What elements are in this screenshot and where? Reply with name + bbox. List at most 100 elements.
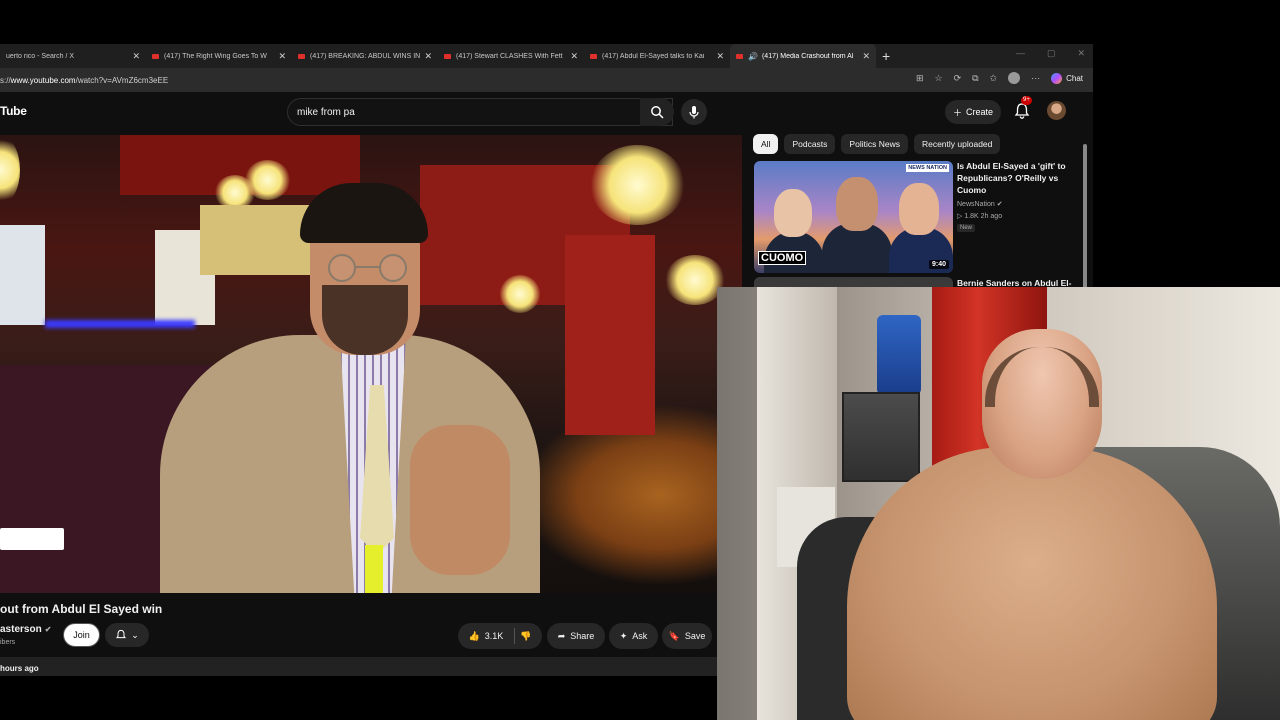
video-overlay-box bbox=[0, 528, 64, 550]
close-tab-icon[interactable]: ✕ bbox=[570, 51, 578, 62]
chip-podcasts[interactable]: Podcasts bbox=[784, 134, 836, 154]
youtube-logo[interactable]: Tube bbox=[0, 104, 27, 118]
verified-icon: ✔ bbox=[44, 625, 52, 634]
more-icon[interactable]: ⋯ bbox=[1031, 73, 1040, 84]
youtube-header: Tube mike from pa ✕ ＋ Create 9+ bbox=[0, 92, 1093, 334]
close-tab-icon[interactable]: ✕ bbox=[278, 51, 286, 62]
profile-icon[interactable] bbox=[1008, 72, 1021, 84]
address-bar[interactable]: s://www.youtube.com/watch?v=AVmZ6cm3eEE … bbox=[0, 68, 1093, 92]
webcam-water-jug bbox=[877, 315, 921, 395]
video-title: out from Abdul El Sayed win bbox=[0, 602, 163, 616]
thumbnail-person-face bbox=[774, 189, 812, 237]
tab-label: (417) The Right Wing Goes To W bbox=[164, 52, 267, 60]
refresh-icon[interactable]: ⟳ bbox=[954, 73, 962, 84]
recommendation-title[interactable]: Is Abdul El-Sayed a 'gift' to Republican… bbox=[957, 160, 1073, 196]
bell-icon bbox=[116, 629, 127, 639]
verified-icon: ✔ bbox=[996, 201, 1003, 208]
video-background-poster bbox=[200, 205, 310, 275]
screen: uerto rico - Search / X ✕ (417) The Right… bbox=[0, 0, 1280, 720]
url-path: /watch?v=AVmZ6cm3eEE bbox=[75, 75, 169, 85]
thumbs-up-icon: 👍 bbox=[468, 630, 480, 641]
video-background-paper bbox=[0, 225, 45, 325]
thumbnail-overlay-text: CUOMO bbox=[758, 251, 807, 265]
tab-label: uerto rico - Search / X bbox=[6, 52, 75, 60]
ask-button[interactable]: ✦ Ask bbox=[609, 623, 658, 649]
new-tab-button[interactable]: + bbox=[882, 48, 890, 64]
create-label: Create bbox=[966, 107, 994, 117]
video-blue-light bbox=[45, 320, 195, 328]
search-button[interactable] bbox=[640, 98, 674, 126]
favorites-bar-icon[interactable]: ✩ bbox=[990, 73, 998, 84]
search-input-value[interactable]: mike from pa bbox=[288, 107, 651, 118]
join-button[interactable]: Join bbox=[63, 623, 100, 647]
video-person-hands bbox=[410, 425, 510, 575]
speaker-icon[interactable]: 🔊 bbox=[748, 52, 758, 61]
recommendation-channel-label: NewsNation bbox=[957, 201, 995, 208]
like-divider bbox=[514, 628, 516, 644]
search-input[interactable]: mike from pa ✕ bbox=[287, 98, 673, 126]
like-button[interactable]: 👍 3.1K 👎 bbox=[458, 623, 542, 649]
recommendation-thumbnail[interactable]: NEWS NATION CUOMO 9:40 bbox=[754, 161, 953, 273]
copilot-chat-button[interactable]: Chat bbox=[1051, 72, 1083, 84]
tab-label: (417) BREAKING: ABDUL WINS IN bbox=[310, 52, 421, 60]
share-button[interactable]: ➦ Share bbox=[547, 623, 605, 649]
window-controls: — ▢ ✕ bbox=[1016, 48, 1085, 59]
webcam-overlay bbox=[717, 287, 1280, 720]
tab-label: (417) Abdul El-Sayed talks to Kai bbox=[602, 52, 705, 60]
tab-3[interactable]: (417) Stewart CLASHES With Fett ✕ bbox=[438, 44, 584, 68]
channel-label: asterson bbox=[0, 624, 42, 635]
channel-name[interactable]: asterson ✔ bbox=[0, 624, 51, 635]
subscription-bell-button[interactable]: ⌄ bbox=[105, 623, 149, 647]
tab-2[interactable]: (417) BREAKING: ABDUL WINS IN ✕ bbox=[292, 44, 438, 68]
thumbnail-person-face bbox=[899, 183, 939, 235]
chip-politics-news[interactable]: Politics News bbox=[841, 134, 908, 154]
chevron-down-icon: ⌄ bbox=[131, 629, 139, 640]
video-player[interactable] bbox=[0, 135, 742, 593]
recommendation-meta: ▷ 1.8K 2h ago bbox=[957, 213, 1003, 220]
share-label: Share bbox=[570, 631, 595, 641]
chat-label: Chat bbox=[1066, 73, 1083, 83]
youtube-favicon-icon bbox=[298, 53, 305, 59]
url-text[interactable]: s://www.youtube.com/watch?v=AVmZ6cm3eEE bbox=[0, 76, 168, 85]
favorite-icon[interactable]: ☆ bbox=[934, 73, 942, 84]
chip-all[interactable]: All bbox=[753, 134, 779, 154]
video-duration: 9:40 bbox=[928, 260, 949, 269]
maximize-icon[interactable]: ▢ bbox=[1047, 48, 1056, 59]
tab-0[interactable]: uerto rico - Search / X ✕ bbox=[0, 44, 146, 68]
chip-recently-uploaded[interactable]: Recently uploaded bbox=[913, 134, 1001, 154]
voice-search-button[interactable] bbox=[681, 99, 707, 125]
copilot-icon bbox=[1051, 72, 1063, 84]
close-tab-icon[interactable]: ✕ bbox=[132, 51, 140, 62]
video-age: hours ago bbox=[0, 664, 39, 673]
subscriber-count: ibers bbox=[0, 639, 16, 646]
description-box[interactable] bbox=[0, 657, 717, 676]
video-person-glasses bbox=[328, 254, 407, 282]
close-window-icon[interactable]: ✕ bbox=[1077, 48, 1085, 59]
save-button[interactable]: 🔖 Save bbox=[662, 623, 712, 649]
close-tab-icon[interactable]: ✕ bbox=[862, 51, 870, 62]
webcam-person-body bbox=[847, 447, 1217, 720]
user-avatar[interactable] bbox=[1047, 101, 1066, 120]
tab-5-active[interactable]: 🔊 (417) Media Crashout from Al ✕ bbox=[730, 44, 876, 68]
youtube-favicon-icon bbox=[736, 53, 743, 59]
close-tab-icon[interactable]: ✕ bbox=[716, 51, 724, 62]
like-count: 3.1K bbox=[484, 631, 504, 641]
tab-label: (417) Media Crashout from Al bbox=[761, 52, 854, 60]
video-lamp bbox=[0, 135, 20, 205]
tab-label: (417) Stewart CLASHES With Fett bbox=[456, 52, 563, 60]
tab-1[interactable]: (417) The Right Wing Goes To W ✕ bbox=[146, 44, 292, 68]
recommendation-channel[interactable]: NewsNation ✔ bbox=[957, 200, 1003, 208]
close-tab-icon[interactable]: ✕ bbox=[424, 51, 432, 62]
tab-strip: uerto rico - Search / X ✕ (417) The Right… bbox=[0, 44, 1093, 68]
search-icon bbox=[651, 106, 664, 119]
apps-icon[interactable]: ⊞ bbox=[916, 73, 924, 84]
minimize-icon[interactable]: — bbox=[1016, 48, 1025, 59]
create-button[interactable]: ＋ Create bbox=[945, 100, 1001, 124]
notification-count-badge: 9+ bbox=[1021, 96, 1032, 105]
sparkle-icon: ✦ bbox=[619, 630, 628, 641]
thumbs-down-icon[interactable]: 👎 bbox=[520, 631, 531, 642]
newsnation-logo: NEWS NATION bbox=[906, 164, 949, 172]
video-lamp bbox=[500, 275, 540, 313]
tab-4[interactable]: (417) Abdul El-Sayed talks to Kai ✕ bbox=[584, 44, 730, 68]
extensions-icon[interactable]: ⧉ bbox=[972, 73, 978, 84]
